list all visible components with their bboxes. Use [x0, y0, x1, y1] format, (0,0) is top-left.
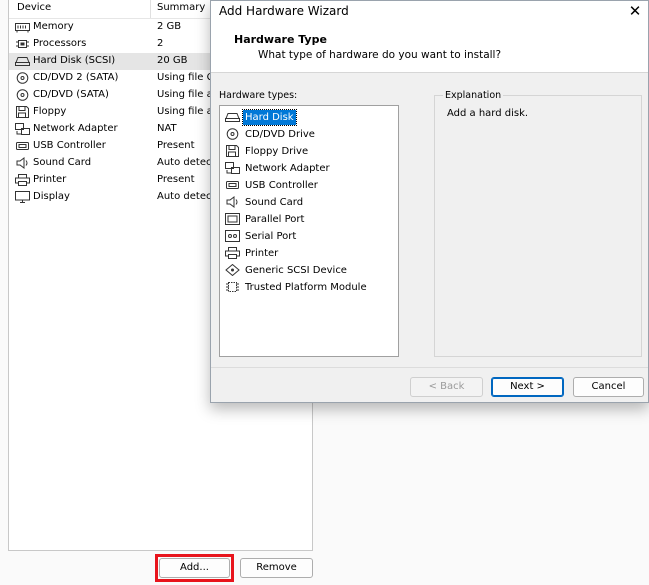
hardware-type-label: Hard Disk: [242, 109, 297, 126]
sound-card-icon: [15, 157, 30, 169]
device-name: Hard Disk (SCSI): [33, 55, 116, 66]
tpm-icon: [225, 281, 239, 293]
device-name: CD/DVD 2 (SATA): [33, 72, 119, 83]
hardware-type-item[interactable]: Printer: [222, 245, 394, 262]
add-hardware-wizard-dialog: Add Hardware Wizard ✕ Hardware Type What…: [210, 0, 649, 403]
scsi-device-icon: [225, 263, 240, 277]
hardware-type-label: CD/DVD Drive: [245, 129, 315, 140]
device-summary: NAT: [157, 123, 177, 134]
hardware-type-item[interactable]: Sound Card: [222, 194, 394, 211]
explanation-label: Explanation: [443, 90, 504, 101]
hardware-type-item[interactable]: Network Adapter: [222, 160, 394, 177]
add-button-highlight-box: [155, 554, 234, 582]
device-name: Floppy: [33, 106, 67, 117]
wizard-titlebar[interactable]: Add Hardware Wizard ✕: [211, 1, 648, 23]
hardware-type-label: Parallel Port: [245, 214, 305, 225]
floppy-icon: [15, 106, 30, 118]
hardware-type-label: Trusted Platform Module: [245, 282, 367, 293]
hardware-type-label: Printer: [245, 248, 279, 259]
device-name: USB Controller: [33, 140, 106, 151]
network-adapter-icon: [15, 123, 30, 135]
hardware-type-item[interactable]: Trusted Platform Module: [222, 279, 394, 296]
hardware-type-item[interactable]: Floppy Drive: [222, 143, 394, 160]
hardware-type-item[interactable]: Parallel Port: [222, 211, 394, 228]
remove-hardware-button[interactable]: Remove: [240, 558, 313, 578]
memory-icon: [15, 21, 30, 33]
cancel-button[interactable]: Cancel: [573, 377, 644, 397]
cd-dvd-icon: [15, 72, 30, 84]
back-button[interactable]: < Back: [410, 377, 483, 397]
device-name: Printer: [33, 174, 67, 185]
column-divider[interactable]: [150, 0, 151, 18]
floppy-icon: [225, 145, 239, 157]
device-summary: Present: [157, 140, 195, 151]
device-name: CD/DVD (SATA): [33, 89, 109, 100]
device-name: Processors: [33, 38, 87, 49]
parallel-port-icon: [225, 213, 240, 225]
explanation-group: [434, 95, 642, 357]
hardware-types-label: Hardware types:: [219, 90, 298, 101]
sound-card-icon: [225, 196, 238, 208]
usb-icon: [225, 179, 239, 191]
device-name: Memory: [33, 21, 74, 32]
hardware-type-item[interactable]: CD/DVD Drive: [222, 126, 394, 143]
close-icon[interactable]: ✕: [626, 1, 644, 21]
hardware-types-list[interactable]: Hard Disk CD/DVD Drive Floppy Drive Network…: [219, 105, 399, 357]
display-icon: [15, 191, 30, 203]
device-summary: 20 GB: [157, 55, 188, 66]
hard-disk-icon: [15, 55, 30, 67]
device-summary: Using file C:: [157, 72, 217, 83]
hard-disk-icon: [225, 111, 240, 123]
wizard-subheading: What type of hardware do you want to ins…: [258, 49, 502, 61]
usb-icon: [15, 140, 30, 152]
wizard-header: Hardware Type What type of hardware do y…: [211, 23, 648, 73]
device-summary: Auto detect: [157, 157, 216, 168]
device-name: Sound Card: [33, 157, 92, 168]
network-adapter-icon: [225, 162, 240, 174]
column-device[interactable]: Device: [17, 2, 51, 13]
serial-port-icon: [225, 230, 240, 242]
wizard-title: Add Hardware Wizard: [219, 4, 349, 18]
device-summary: Auto detect: [157, 191, 216, 202]
hardware-type-item[interactable]: Hard Disk: [222, 109, 394, 126]
wizard-heading: Hardware Type: [234, 33, 327, 46]
processor-icon: [15, 38, 30, 50]
hardware-type-label: Network Adapter: [245, 163, 330, 174]
wizard-divider: [211, 367, 648, 368]
hardware-type-label: Serial Port: [245, 231, 297, 242]
device-summary: Present: [157, 174, 195, 185]
printer-icon: [225, 247, 240, 259]
hardware-type-label: USB Controller: [245, 180, 318, 191]
device-name: Network Adapter: [33, 123, 118, 134]
hardware-type-item[interactable]: USB Controller: [222, 177, 394, 194]
hardware-type-label: Generic SCSI Device: [245, 265, 347, 276]
explanation-text: Add a hard disk.: [447, 108, 529, 119]
hardware-type-item[interactable]: Serial Port: [222, 228, 394, 245]
hardware-type-label: Sound Card: [245, 197, 304, 208]
device-summary: 2 GB: [157, 21, 182, 32]
next-button[interactable]: Next >: [491, 377, 564, 397]
printer-icon: [15, 174, 30, 186]
cd-dvd-icon: [15, 89, 30, 101]
device-summary: 2: [157, 38, 164, 49]
hardware-type-item[interactable]: Generic SCSI Device: [222, 262, 394, 279]
hardware-type-label: Floppy Drive: [245, 146, 309, 157]
device-name: Display: [33, 191, 70, 202]
column-summary[interactable]: Summary: [157, 2, 205, 13]
cd-dvd-icon: [225, 128, 239, 140]
